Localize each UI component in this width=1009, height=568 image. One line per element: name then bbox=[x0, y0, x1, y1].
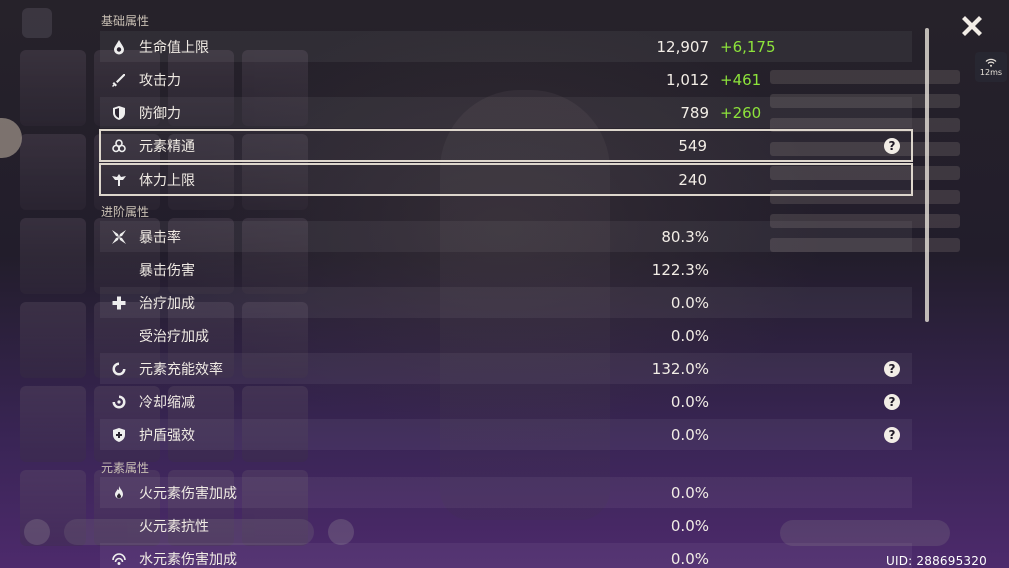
stat-value: 0.0% bbox=[670, 516, 709, 535]
help-icon[interactable]: ? bbox=[884, 360, 900, 377]
stat-row-atk[interactable]: 攻击力 1,012 +461 bbox=[100, 64, 912, 95]
elemental-mastery-icon bbox=[110, 137, 128, 155]
stat-value: 0.0% bbox=[670, 326, 709, 345]
stat-row-incoming-healing[interactable]: 受治疗加成 0.0% bbox=[100, 320, 912, 351]
stat-row-energy-recharge[interactable]: 元素充能效率 132.0% ? bbox=[100, 353, 912, 384]
stat-value: 1,012 bbox=[666, 70, 709, 89]
shield-strength-icon bbox=[110, 426, 128, 444]
scrollbar[interactable] bbox=[925, 28, 929, 322]
stat-name: 防御力 bbox=[139, 105, 181, 122]
stat-name: 暴击伤害 bbox=[139, 262, 195, 279]
stat-row-def[interactable]: 防御力 789 +260 bbox=[100, 97, 912, 128]
stat-name: 冷却缩减 bbox=[139, 394, 195, 411]
stat-value: 122.3% bbox=[651, 260, 709, 279]
stat-name: 攻击力 bbox=[139, 72, 181, 89]
attribute-panel[interactable]: 基础属性 生命值上限 12,907 +6,175 攻击力 1,012 +461 … bbox=[96, 6, 918, 568]
healing-cross-icon bbox=[110, 294, 128, 312]
shield-icon bbox=[110, 104, 128, 122]
stat-name: 体力上限 bbox=[139, 172, 195, 189]
hydro-icon bbox=[110, 550, 128, 568]
stat-value: 549 bbox=[678, 136, 707, 155]
stat-row-cd-reduction[interactable]: 冷却缩减 0.0% ? bbox=[100, 386, 912, 417]
stamina-icon bbox=[110, 171, 128, 189]
stat-row-hydro-dmg[interactable]: 水元素伤害加成 0.0% bbox=[100, 543, 912, 568]
stat-value: 0.0% bbox=[670, 392, 709, 411]
stat-bonus: +260 bbox=[720, 103, 762, 122]
stat-name: 元素精通 bbox=[139, 138, 195, 155]
energy-recharge-icon bbox=[110, 360, 128, 378]
ping-value: 12ms bbox=[979, 67, 1003, 77]
stat-value: 0.0% bbox=[670, 483, 709, 502]
uid-label: UID: 288695320 bbox=[886, 554, 987, 568]
sword-icon bbox=[110, 71, 128, 89]
stat-row-pyro-dmg[interactable]: 火元素伤害加成 0.0% bbox=[100, 477, 912, 508]
help-icon[interactable]: ? bbox=[884, 426, 900, 443]
stat-name: 生命值上限 bbox=[139, 39, 209, 56]
stat-bonus: +6,175 bbox=[720, 37, 776, 56]
stat-value: 80.3% bbox=[661, 227, 709, 246]
pyro-icon bbox=[110, 484, 128, 502]
section-title-elemental: 元素属性 bbox=[101, 461, 150, 475]
help-icon[interactable]: ? bbox=[884, 137, 900, 154]
hp-drop-icon bbox=[110, 38, 128, 56]
stat-row-shield-strength[interactable]: 护盾强效 0.0% ? bbox=[100, 419, 912, 450]
help-icon[interactable]: ? bbox=[884, 393, 900, 410]
stat-row-hp[interactable]: 生命值上限 12,907 +6,175 bbox=[100, 31, 912, 62]
crit-rate-icon bbox=[110, 228, 128, 246]
stat-value: 132.0% bbox=[651, 359, 709, 378]
stat-bonus: +461 bbox=[720, 70, 762, 89]
stat-name: 受治疗加成 bbox=[139, 328, 209, 345]
stat-name: 治疗加成 bbox=[139, 295, 195, 312]
stat-name: 水元素伤害加成 bbox=[139, 551, 237, 568]
section-title-base: 基础属性 bbox=[101, 14, 150, 28]
stat-value: 0.0% bbox=[670, 425, 709, 444]
stat-value: 240 bbox=[678, 170, 707, 189]
stat-name: 护盾强效 bbox=[139, 427, 195, 444]
network-ping-indicator: 12ms bbox=[975, 52, 1007, 82]
stat-value: 789 bbox=[680, 103, 709, 122]
stat-row-healing-bonus[interactable]: 治疗加成 0.0% bbox=[100, 287, 912, 318]
stat-row-elemental-mastery[interactable]: 元素精通 549 ? bbox=[99, 129, 913, 162]
cooldown-icon bbox=[110, 393, 128, 411]
wifi-icon bbox=[985, 58, 997, 67]
stat-name: 暴击率 bbox=[139, 229, 181, 246]
stat-value: 0.0% bbox=[670, 293, 709, 312]
stat-value: 12,907 bbox=[656, 37, 710, 56]
section-title-advanced: 进阶属性 bbox=[101, 205, 150, 219]
close-button[interactable] bbox=[958, 12, 986, 40]
stat-row-crit-rate[interactable]: 暴击率 80.3% bbox=[100, 221, 912, 252]
close-icon bbox=[962, 16, 982, 36]
background-menu-icon bbox=[22, 8, 52, 38]
stat-row-pyro-res[interactable]: 火元素抗性 0.0% bbox=[100, 510, 912, 541]
stat-name: 火元素抗性 bbox=[139, 518, 209, 535]
stat-value: 0.0% bbox=[670, 549, 709, 568]
stat-row-crit-dmg[interactable]: 暴击伤害 122.3% bbox=[100, 254, 912, 285]
stat-name: 火元素伤害加成 bbox=[139, 485, 237, 502]
stat-name: 元素充能效率 bbox=[139, 361, 223, 378]
stat-row-stamina[interactable]: 体力上限 240 bbox=[99, 163, 913, 196]
